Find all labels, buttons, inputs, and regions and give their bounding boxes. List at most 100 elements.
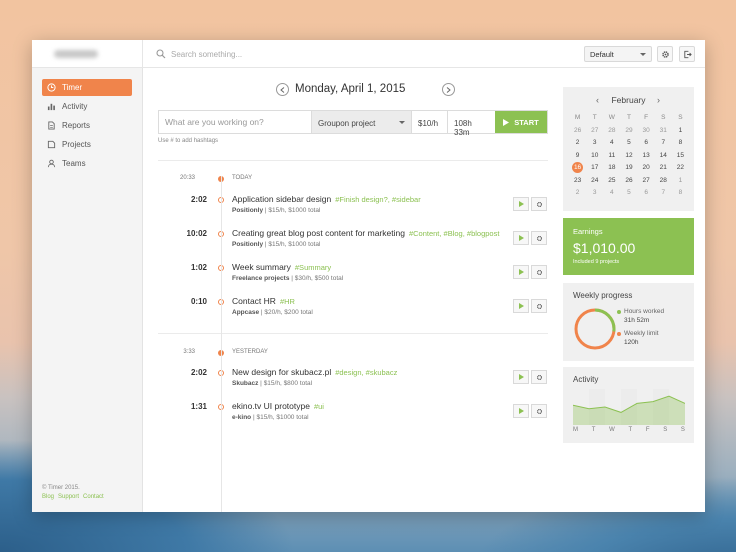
play-icon [518,408,524,414]
calendar-today[interactable]: 16 [572,162,584,173]
calendar-day[interactable]: 10 [586,151,603,161]
play-button[interactable] [513,404,529,418]
view-select[interactable]: Default [584,46,652,62]
activity-card: Activity M T W T F S S [563,367,694,443]
calendar-day[interactable]: 1 [672,176,689,186]
play-button[interactable] [513,265,529,279]
entry-title: New design for skubacz.pl [232,367,332,377]
footer-link-contact[interactable]: Contact [83,494,104,500]
calendar-day[interactable]: 23 [569,176,586,186]
entry-meta: $30/h, $500 total [294,275,344,282]
play-button[interactable] [513,370,529,384]
footer-link-support[interactable]: Support [58,494,79,500]
calendar-day[interactable]: 3 [586,188,603,198]
calendar-day[interactable]: 17 [586,163,603,173]
logout-icon [683,50,692,58]
calendar-day[interactable]: 7 [655,188,672,198]
calendar-day[interactable]: 15 [672,151,689,161]
next-month-button[interactable]: › [657,95,660,105]
calendar-day[interactable]: 26 [620,176,637,186]
calendar-day[interactable]: 29 [620,126,637,136]
entry-settings-button[interactable] [531,404,547,418]
gear-icon [536,201,542,207]
calendar-day[interactable]: 6 [638,138,655,148]
play-button[interactable] [513,299,529,313]
chevron-down-icon [640,53,646,56]
calendar-day[interactable]: 25 [603,176,620,186]
start-button[interactable]: START [495,111,547,133]
entry-meta: $15/h, $1000 total [256,414,309,421]
entry-settings-button[interactable] [531,370,547,384]
project-select[interactable]: Groupon project [311,111,411,133]
calendar-dow: M [574,114,581,121]
calendar-day[interactable]: 4 [603,188,620,198]
entry-settings-button[interactable] [531,299,547,313]
calendar-day[interactable]: 27 [638,176,655,186]
calendar-day[interactable]: 8 [672,138,689,148]
calendar-day[interactable]: 9 [569,151,586,161]
entry-tags: #ui [313,402,324,411]
calendar-day[interactable]: 19 [620,163,637,173]
calendar-day[interactable]: 2 [569,188,586,198]
activity-day-label: W [609,427,615,433]
calendar-day[interactable]: 31 [655,126,672,136]
calendar-dow: T [627,114,631,121]
gear-icon [536,269,542,275]
calendar-day[interactable]: 8 [672,188,689,198]
settings-button[interactable] [657,46,673,62]
prev-day-button[interactable] [276,83,289,96]
sidebar-item-projects[interactable]: Projects [42,136,132,153]
entry-title: ekino.tv UI prototype [232,401,310,411]
entry-settings-button[interactable] [531,197,547,211]
calendar-day[interactable]: 2 [569,138,586,148]
play-button[interactable] [513,231,529,245]
logout-button[interactable] [679,46,695,62]
next-day-button[interactable] [442,83,455,96]
gear-icon [536,303,542,309]
calendar-dow: W [608,114,615,121]
calendar-day[interactable]: 1 [672,126,689,136]
calendar-day[interactable]: 30 [638,126,655,136]
folder-icon [47,140,56,149]
gear-icon [536,408,542,414]
task-input[interactable] [159,111,311,133]
hours-field[interactable]: 108h 33m [447,111,495,137]
calendar-day[interactable]: 6 [638,188,655,198]
sidebar-item-label: Timer [62,83,83,92]
play-button[interactable] [513,197,529,211]
calendar-day[interactable]: 5 [620,138,637,148]
sidebar-item-timer[interactable]: Timer [42,79,132,96]
footer-link-blog[interactable]: Blog [42,494,54,500]
calendar-day[interactable]: 7 [655,138,672,148]
sidebar-item-activity[interactable]: Activity [42,98,132,115]
calendar-day[interactable]: 20 [638,163,655,173]
calendar-day[interactable]: 26 [569,126,586,136]
calendar-day[interactable]: 3 [586,138,603,148]
rate-field[interactable]: $10/h [411,111,447,133]
user-icon [47,159,56,168]
gear-icon [536,374,542,380]
entry-settings-button[interactable] [531,231,547,245]
calendar-day[interactable]: 18 [603,163,620,173]
play-icon [518,235,524,241]
calendar-day[interactable]: 22 [672,163,689,173]
calendar-day[interactable]: 28 [655,176,672,186]
calendar-day[interactable]: 16 [569,162,586,173]
search-input[interactable] [171,47,351,61]
sidebar-item-teams[interactable]: Teams [42,155,132,172]
calendar-day[interactable]: 27 [586,126,603,136]
calendar-day[interactable]: 28 [603,126,620,136]
chevron-down-icon [399,121,405,124]
calendar-day[interactable]: 21 [655,163,672,173]
calendar-day[interactable]: 12 [620,151,637,161]
sidebar-item-reports[interactable]: Reports [42,117,132,134]
calendar-day[interactable]: 5 [620,188,637,198]
entry-settings-button[interactable] [531,265,547,279]
calendar-day[interactable]: 14 [655,151,672,161]
calendar-day[interactable]: 4 [603,138,620,148]
calendar-day[interactable]: 13 [638,151,655,161]
play-icon [518,303,524,309]
calendar-day[interactable]: 11 [603,151,620,161]
entry-meta: $15/h, $1000 total [268,241,321,248]
calendar-day[interactable]: 24 [586,176,603,186]
